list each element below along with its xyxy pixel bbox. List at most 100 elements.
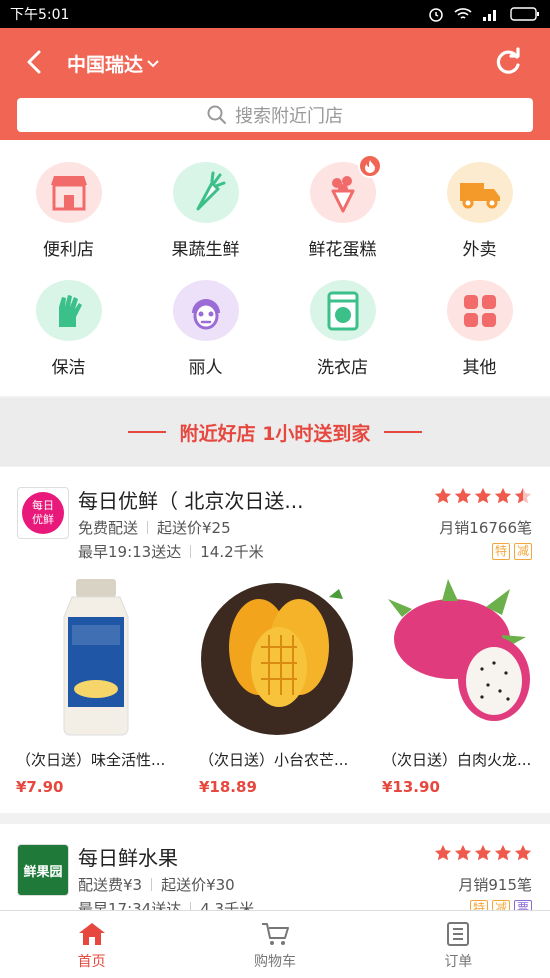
flower-bouquet-icon [309, 154, 382, 223]
star-icon [454, 487, 472, 504]
min-order: 起送价¥25 [157, 519, 231, 537]
rating-stars [434, 487, 532, 505]
product-card[interactable]: （次日送）白肉火龙... ¥13.90 [366, 577, 549, 796]
category-label: 丽人 [188, 358, 223, 378]
star-icon [494, 844, 512, 861]
search-placeholder: 搜索附近门店 [235, 106, 343, 127]
star-icon [514, 844, 532, 861]
banner-title: 附近好店 1小时送到家 [179, 422, 371, 445]
banner-divider [127, 431, 166, 433]
tab-home[interactable]: 首页 [0, 911, 183, 978]
star-icon [434, 487, 452, 504]
bottom-tab-bar: 首页 购物车 订单 [0, 910, 550, 978]
city-selector[interactable]: 中国瑞达 [67, 50, 159, 77]
category-other[interactable]: 其他 [411, 258, 548, 378]
city-name: 中国瑞达 [67, 54, 144, 76]
header-bar: 中国瑞达 搜索附近门店 [0, 28, 550, 140]
delivery-truck-icon [446, 162, 513, 223]
tab-label: 订单 [444, 954, 473, 970]
category-convenience-store[interactable]: 便利店 [0, 140, 137, 260]
store-eta-info: 最早17:34送达 4.3千米 [78, 898, 254, 910]
product-row: （次日送）味全活性... ¥7.90 （次日送）小台农芒... ¥18.89 （… [0, 577, 550, 796]
category-laundry[interactable]: 洗衣店 [274, 258, 411, 378]
tab-cart[interactable]: 购物车 [183, 911, 366, 978]
signal-icon [483, 10, 496, 21]
product-price: ¥7.90 [16, 778, 64, 796]
star-icon [434, 844, 452, 861]
category-cleaning[interactable]: 保洁 [0, 258, 137, 378]
refresh-icon[interactable] [492, 46, 524, 78]
store-tags: 特 减 [491, 543, 532, 560]
search-input[interactable]: 搜索附近门店 [17, 98, 533, 132]
status-icons [428, 6, 540, 22]
product-name: （次日送）味全活性... [16, 751, 166, 769]
product-price: ¥18.89 [199, 778, 257, 796]
store-logo: 鲜果园 [17, 844, 69, 896]
washing-machine-icon [309, 280, 376, 341]
back-arrow-icon[interactable] [22, 48, 48, 76]
product-image-dragon-fruit [382, 577, 542, 737]
order-list-icon [447, 922, 470, 946]
product-price: ¥13.90 [382, 778, 440, 796]
rating-stars [434, 844, 532, 862]
status-time: 下午5:01 [10, 7, 70, 23]
star-icon [474, 844, 492, 861]
store-name: 每日鲜水果 [78, 846, 178, 870]
chevron-down-icon [147, 59, 159, 67]
cart-icon [261, 923, 289, 945]
tab-label: 首页 [77, 954, 106, 970]
store-card[interactable]: 每日 优鲜 每日优鲜（ 北京次日送... 免费配送 起送价¥25 最早19:13送… [0, 467, 550, 813]
monthly-sales: 月销16766笔 [439, 519, 532, 537]
delivery-eta: 最早19:13送达 [78, 543, 182, 561]
store-card[interactable]: 鲜果园 每日鲜水果 配送费¥3 起送价¥30 最早17:34送达 4.3千米 月销9… [0, 824, 550, 910]
tag-special: 特 [469, 900, 488, 910]
store-logo: 每日 优鲜 [17, 487, 69, 539]
tab-label: 购物车 [253, 954, 296, 970]
tab-orders[interactable]: 订单 [367, 911, 550, 978]
delivery-eta: 最早17:34送达 [78, 900, 182, 910]
delivery-fee: 免费配送 [78, 519, 139, 537]
category-label: 其他 [462, 358, 497, 378]
star-icon [474, 487, 492, 504]
product-card[interactable]: （次日送）味全活性... ¥7.90 [0, 577, 183, 796]
product-name: （次日送）白肉火龙... [382, 751, 532, 769]
store-distance: 14.2千米 [200, 543, 264, 561]
tag-discount: 减 [513, 543, 532, 560]
banner-divider [384, 431, 423, 433]
category-label: 果蔬生鲜 [171, 240, 240, 260]
hot-badge-icon [357, 154, 382, 178]
store-logo-text: 每日 优鲜 [22, 492, 64, 534]
storefront-icon [35, 162, 102, 223]
cleaning-glove-icon [35, 280, 102, 341]
grid-icon [446, 280, 513, 341]
status-bar: 下午5:01 [0, 0, 550, 28]
store-logo-text: 鲜果园 [23, 864, 63, 880]
product-image-yogurt [16, 577, 176, 737]
alarm-icon [429, 8, 443, 22]
store-eta-info: 最早19:13送达 14.2千米 [78, 541, 264, 562]
tag-discount: 减 [491, 900, 510, 910]
category-label: 便利店 [43, 240, 94, 260]
category-label: 外卖 [462, 240, 497, 260]
delivery-fee: 配送费¥3 [78, 876, 143, 894]
wifi-icon [454, 8, 472, 19]
home-icon [78, 923, 105, 945]
store-delivery-info: 配送费¥3 起送价¥30 [78, 874, 235, 895]
category-label: 鲜花蛋糕 [308, 240, 377, 260]
store-tags: 特 减 票 [469, 900, 532, 910]
store-distance: 4.3千米 [200, 900, 255, 910]
monthly-sales: 月销915笔 [458, 876, 532, 894]
tag-invoice: 票 [513, 900, 532, 910]
product-card[interactable]: （次日送）小台农芒... ¥18.89 [183, 577, 366, 796]
category-beauty[interactable]: 丽人 [137, 258, 274, 378]
star-icon [494, 487, 512, 504]
carrot-icon [172, 162, 239, 223]
category-flowers-cakes[interactable]: 鲜花蛋糕 [274, 140, 411, 260]
search-icon [207, 105, 226, 124]
category-takeout[interactable]: 外卖 [411, 140, 548, 260]
tag-special: 特 [491, 543, 510, 560]
product-name: （次日送）小台农芒... [199, 751, 349, 769]
category-fresh-produce[interactable]: 果蔬生鲜 [137, 140, 274, 260]
min-order: 起送价¥30 [161, 876, 235, 894]
star-icon [454, 844, 472, 861]
